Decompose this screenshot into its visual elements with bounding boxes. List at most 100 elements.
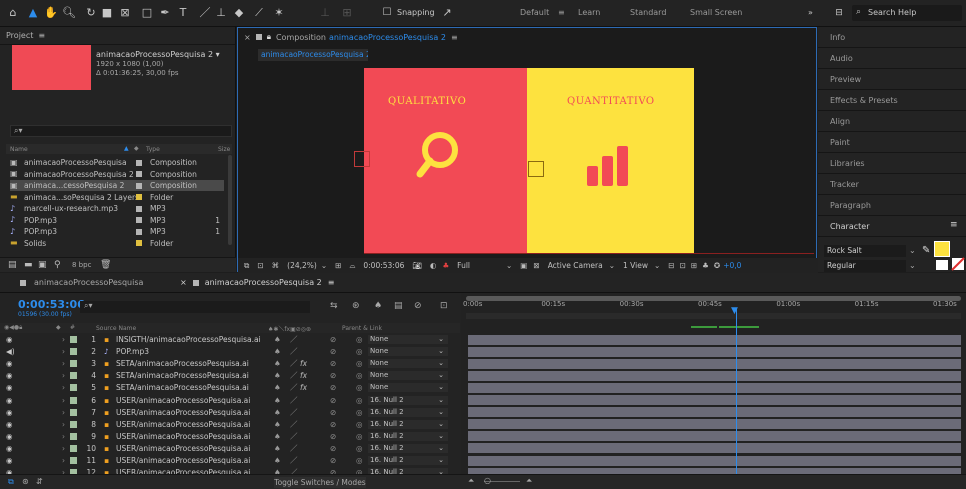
quality-switch-icon[interactable]: ／ [290,443,298,454]
expand-arrow-icon[interactable]: › [62,443,65,454]
flowchart-icon[interactable]: ♣ [702,261,709,270]
quality-switch-icon[interactable]: ／ [290,431,298,442]
panel-info[interactable]: Info [818,27,966,48]
timeline-icon[interactable]: ⊞ [691,261,697,270]
layer-label-color[interactable] [70,396,77,404]
current-time-display[interactable]: 0:00:53:06 [18,298,85,311]
workspace-default[interactable]: Default [520,8,549,17]
timeline-tab-1[interactable]: × animacaoProcessoPesquisa 2 ≡ [180,278,334,287]
zoom-slider-handle[interactable]: ○ [484,476,491,485]
zoom-in-icon[interactable]: ⏶ [526,476,532,486]
playhead-handle-icon[interactable]: ▼ [731,306,738,316]
layer-label-color[interactable] [70,420,77,428]
hand-tool-icon[interactable]: ✋ [44,6,58,20]
video-toggle-icon[interactable]: ◉ [6,370,13,381]
project-item[interactable]: ♪ POP.mp3 MP3 1 [10,215,224,226]
new-composition-icon[interactable]: ▣ [38,260,47,270]
fx-switch-icon[interactable]: fx [300,358,307,369]
motion-blur-switch-icon[interactable]: ⊘ [330,358,336,369]
expand-arrow-icon[interactable]: › [62,370,65,381]
parent-select[interactable]: 16. Null 2 ⌄ [368,456,448,465]
label-color[interactable] [136,217,142,223]
comp-breadcrumb[interactable]: animacaoProcessoPesquisa 2 [258,49,368,61]
label-color[interactable] [136,194,142,200]
layer-duration-bar[interactable] [468,407,961,418]
layer-row[interactable]: ◉ › 11 ▪ USER/animacaoProcessoPesquisa.ai ♠ ／ ⊘… [0,455,460,466]
layer-label-color[interactable] [70,372,77,380]
layer-duration-bar[interactable] [468,346,961,357]
pen-tool-icon[interactable]: ✒ [158,6,172,20]
label-color[interactable] [136,171,142,177]
expand-arrow-icon[interactable]: › [62,334,65,345]
pick-whip-icon[interactable]: ◎ [356,334,363,345]
comp-tab-menu-icon[interactable]: ≡ [451,33,458,42]
shy-switch-icon[interactable]: ♠ [274,358,281,369]
motion-blur-switch-icon[interactable]: ⊘ [330,370,336,381]
resolution-select[interactable]: Full [457,261,470,270]
layer-row[interactable]: ◉ › 1 ▪ INSIGTH/animacaoProcessoPesquisa.ai ♠… [0,334,460,345]
sync-settings-icon[interactable]: ⊟ [832,6,846,20]
layer-label-color[interactable] [70,336,77,343]
graph-editor-icon[interactable]: ⊡ [440,301,448,311]
layer-row[interactable]: ◀) › 2 ♪ POP.mp3 ♠ ／ ⊘ ◎ None ⌄ [0,346,460,357]
layer-row[interactable]: ◉ › 9 ▪ USER/animacaoProcessoPesquisa.ai ♠ ／ ⊘ ◎… [0,431,460,442]
parent-select[interactable]: 16. Null 2 ⌄ [368,407,448,417]
zoom-out-icon[interactable]: ⏶ [468,476,474,486]
layer-duration-bar[interactable] [468,358,961,369]
mask-visibility-icon[interactable]: ⊡ [257,261,263,270]
motion-blur-switch-icon[interactable]: ⊘ [330,346,336,357]
layer-row[interactable]: ◉ › 6 ▪ USER/animacaoProcessoPesquisa.ai ♠ ／ ⊘ ◎… [0,395,460,406]
panel-preview[interactable]: Preview [818,69,966,90]
quality-switch-icon[interactable]: ／ [290,334,298,345]
motion-blur-icon[interactable]: ⊘ [414,301,422,311]
timeline-tab-0[interactable]: animacaoProcessoPesquisa [20,278,143,287]
layer-duration-bar[interactable] [468,382,961,393]
layer-row[interactable]: ◉ › 3 ▪ SETA/animacaoProcessoPesquisa.ai ♠ ／ fx… [0,358,460,369]
toggle-transparency-icon[interactable]: ⊠ [533,261,539,270]
composition-tab[interactable]: × 🔒︎ Composition animacaoProcessoPesquis… [244,32,458,42]
parent-select[interactable]: 16. Null 2 ⌄ [368,395,448,405]
label-color[interactable] [136,159,142,166]
camera-tool-icon[interactable]: ■ [100,6,114,20]
layer-label-color[interactable] [70,444,77,452]
pick-whip-icon[interactable]: ◎ [356,443,363,454]
new-folder-icon[interactable]: ▬ [24,260,33,270]
project-search-input[interactable]: ⌕▾ [10,125,232,137]
motion-blur-switch-icon[interactable]: ⊘ [330,395,336,406]
always-preview-icon[interactable]: ⧉ [244,261,249,271]
camera-select[interactable]: Active Camera [548,261,603,270]
pick-whip-icon[interactable]: ◎ [356,395,363,406]
label-color[interactable] [136,205,142,212]
video-toggle-icon[interactable]: ◉ [6,419,13,430]
video-toggle-icon[interactable]: ◉ [6,431,13,442]
dropdown-icon[interactable]: ⌄ [321,261,327,270]
layer-label-color[interactable] [70,384,77,392]
expand-arrow-icon[interactable]: › [62,346,65,357]
show-channel-icon[interactable]: ◐ [430,261,437,270]
project-item-dropdown-icon[interactable]: ▾ [216,50,220,59]
motion-blur-switch-icon[interactable]: ⊘ [330,455,336,466]
region-of-interest-icon[interactable]: ⊞ [335,261,341,270]
panel-character[interactable]: Character [818,216,966,237]
project-item[interactable]: ▬ Solids Folder [10,238,224,249]
font-style-select[interactable]: Regular [824,260,906,272]
project-item[interactable]: ♪ POP.mp3 MP3 1 [10,226,224,237]
dropdown-icon[interactable]: ⌄ [909,246,916,255]
close-tab-icon[interactable]: × [244,33,251,42]
project-settings-icon[interactable]: ⚲ [54,260,61,270]
fast-previews-icon[interactable]: ▣ [520,261,527,270]
video-toggle-icon[interactable]: ◉ [6,358,13,369]
quality-switch-icon[interactable]: ／ [290,346,298,357]
shy-switch-icon[interactable]: ♠ [274,443,281,454]
shy-switch-icon[interactable]: ♠ [274,395,281,406]
toggle-switches-modes[interactable]: Toggle Switches / Modes [274,477,366,488]
project-bpc[interactable]: 8 bpc [72,261,91,269]
panel-effects-presets[interactable]: Effects & Presets [818,90,966,111]
more-workspaces-icon[interactable]: » [808,8,813,17]
pick-whip-icon[interactable]: ◎ [356,346,363,357]
quality-switch-icon[interactable]: ／ [290,419,298,430]
layer-bounding-box[interactable] [528,161,544,177]
quality-switch-icon[interactable]: ／ [290,395,298,406]
pixel-aspect-icon[interactable]: ⊟ [668,261,674,270]
panel-audio[interactable]: Audio [818,48,966,69]
